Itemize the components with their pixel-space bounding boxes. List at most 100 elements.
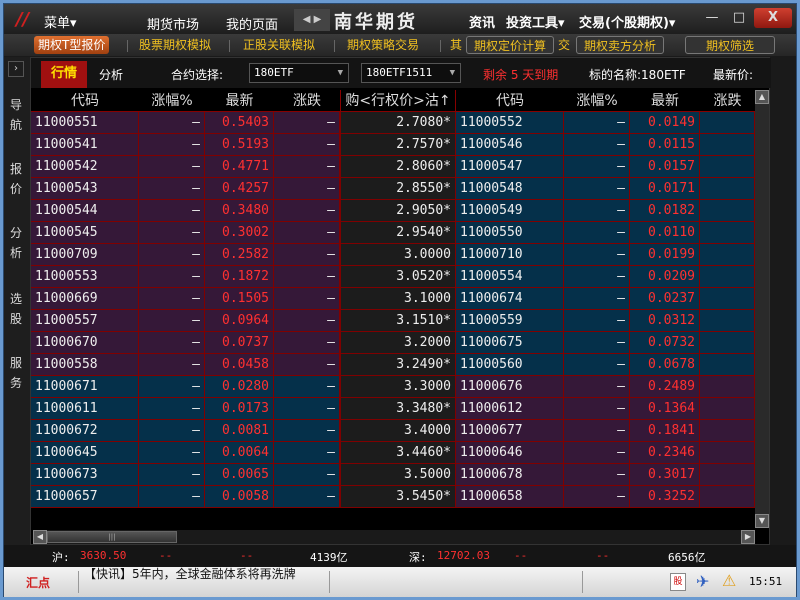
tab-strategy-trade[interactable]: 期权策略交易 [347,36,419,54]
table-row[interactable]: 11000551—0.5403—2.7080* 11000552—0.0149 [31,112,755,134]
table-row[interactable]: 11000670—0.0737—3.2000 11000675—0.0732 [31,332,755,354]
put-change-pct: — [564,288,630,310]
put-latest: 0.1364 [630,398,700,420]
tab-stock-option-sim[interactable]: 股票期权模拟 [139,36,211,54]
put-code: 11000658 [456,486,564,508]
put-change [700,310,755,332]
table-row[interactable]: 11000673—0.0065—3.5000 11000678—0.3017 [31,464,755,486]
maximize-button[interactable]: □ [726,8,752,28]
put-code: 11000549 [456,200,564,222]
put-change-pct: — [564,376,630,398]
table-row[interactable]: 11000544—0.3480—2.9050* 11000549—0.0182 [31,200,755,222]
table-row[interactable]: 11000545—0.3002—2.9540* 11000550—0.0110 [31,222,755,244]
call-latest: 0.0058 [205,486,274,508]
month-select[interactable]: 180ETF1511 ▼ [361,63,461,83]
call-change: — [274,486,340,508]
nav-analysis[interactable]: 分析 [10,223,24,263]
table-row[interactable]: 11000709—0.2582—3.0000 11000710—0.0199 [31,244,755,266]
stock-icon[interactable]: 股 [670,573,686,591]
put-latest: 0.2489 [630,376,700,398]
menu-button[interactable]: 菜单▾ [44,12,77,31]
call-change-pct: — [139,398,205,420]
scroll-left-icon[interactable]: ◀ [33,530,47,544]
close-button[interactable]: X [754,8,792,28]
nav-stock-pick[interactable]: 选股 [10,289,24,329]
strike-price: 3.1510* [340,310,456,332]
table-row[interactable]: 11000557—0.0964—3.1510* 11000559—0.0312 [31,310,755,332]
call-latest: 0.4257 [205,178,274,200]
scroll-down-icon[interactable]: ▼ [755,514,769,528]
put-code: 11000548 [456,178,564,200]
header-code[interactable]: 代码 [31,90,139,112]
tab-analysis[interactable]: 分析 [99,66,123,83]
option-pricing-button[interactable]: 期权定价计算 [466,36,554,54]
contract-select[interactable]: 180ETF ▼ [249,63,349,83]
header-change[interactable]: 涨跌 [274,90,340,112]
call-change: — [274,134,340,156]
header-put-code[interactable]: 代码 [456,90,564,112]
news-ticker[interactable]: 【快讯】5年内，全球金融体系将再洗牌 [84,565,296,582]
put-change [700,288,755,310]
expand-icon[interactable]: › [8,61,24,77]
nav-arrows-button[interactable]: ◀ ▶ [294,9,330,31]
table-row[interactable]: 11000611—0.0173—3.3480* 11000612—0.1364 [31,398,755,420]
tab-t-quote[interactable]: 期权T型报价 [34,36,110,54]
option-filter-button[interactable]: 期权筛选 [685,36,775,54]
trade-menu[interactable]: 交易(个股期权)▾ [579,12,675,31]
scroll-right-icon[interactable]: ▶ [741,530,755,544]
call-change-pct: — [139,156,205,178]
tab-market[interactable]: 行情 [41,61,87,88]
call-change-pct: — [139,244,205,266]
strike-price: 2.8060* [340,156,456,178]
header-put-latest[interactable]: 最新 [630,90,700,112]
nav-futures-market[interactable]: 期货市场 [147,14,199,33]
tools-menu[interactable]: 投资工具▾ [506,12,565,31]
strike-price: 2.8550* [340,178,456,200]
header-put-change-pct[interactable]: 涨幅% [564,90,630,112]
header-latest[interactable]: 最新 [205,90,274,112]
tab-trade[interactable]: 交 [558,36,570,54]
seller-analysis-button[interactable]: 期权卖方分析 [576,36,664,54]
table-row[interactable]: 11000543—0.4257—2.8550* 11000548—0.0171 [31,178,755,200]
header-change-pct[interactable]: 涨幅% [139,90,205,112]
nav-my-page[interactable]: 我的页面 [226,14,278,33]
header-strike[interactable]: 购<行权价>沽↑ [340,90,456,112]
call-latest: 0.4771 [205,156,274,178]
connection-icon[interactable]: ✈ [696,572,709,591]
vertical-scrollbar[interactable]: ▲ ▼ [755,90,769,528]
expiry-text: 剩余 5 天到期 [483,68,559,82]
table-row[interactable]: 11000669—0.1505—3.1000 11000674—0.0237 [31,288,755,310]
table-row[interactable]: 11000541—0.5193—2.7570* 11000546—0.0115 [31,134,755,156]
table-row[interactable]: 11000671—0.0280—3.3000 11000676—0.2489 [31,376,755,398]
minimize-button[interactable]: — [699,8,725,28]
call-change-pct: — [139,442,205,464]
sz-index: 12702.03 [437,549,490,562]
call-latest: 0.1505 [205,288,274,310]
nav-guide[interactable]: 导航 [10,95,24,135]
tab-underlying-sim[interactable]: 正股关联模拟 [243,36,315,54]
table-row[interactable]: 11000657—0.0058—3.5450* 11000658—0.3252 [31,486,755,508]
table-row[interactable]: 11000672—0.0081—3.4000 11000677—0.1841 [31,420,755,442]
put-latest: 0.0157 [630,156,700,178]
table-row[interactable]: 11000542—0.4771—2.8060* 11000547—0.0157 [31,156,755,178]
sh-amount: 4139亿 [310,551,348,564]
scroll-thumb[interactable]: ||| [47,531,177,543]
put-change-pct: — [564,266,630,288]
call-code: 11000645 [31,442,139,464]
table-row[interactable]: 11000645—0.0064—3.4460* 11000646—0.2346 [31,442,755,464]
put-code: 11000550 [456,222,564,244]
table-row[interactable]: 11000553—0.1872—3.0520* 11000554—0.0209 [31,266,755,288]
table-row[interactable]: 11000558—0.0458—3.2490* 11000560—0.0678 [31,354,755,376]
scroll-up-icon[interactable]: ▲ [755,90,769,104]
put-change-pct: — [564,156,630,178]
header-put-change[interactable]: 涨跌 [700,90,755,112]
strike-price: 3.1000 [340,288,456,310]
news-menu[interactable]: 资讯 [469,12,495,31]
horizontal-scrollbar[interactable]: ◀ ||| ▶ [33,530,755,544]
tab-other[interactable]: 其 [450,36,462,54]
put-change [700,178,755,200]
put-change-pct: — [564,354,630,376]
nav-service[interactable]: 服务 [10,353,24,393]
alert-icon[interactable]: ⚠ [722,571,736,590]
nav-quote[interactable]: 报价 [10,159,24,199]
